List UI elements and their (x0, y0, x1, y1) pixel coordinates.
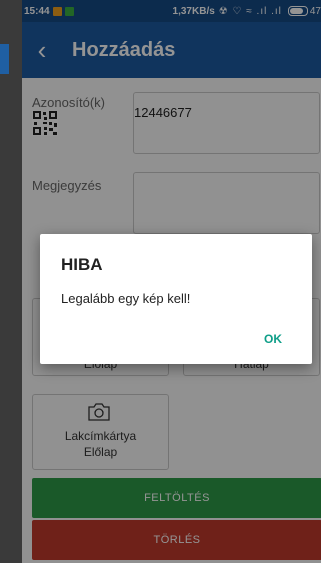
dialog-title: HIBA (61, 255, 103, 274)
dialog-ok-button[interactable]: OK (264, 332, 282, 346)
background-app-header-strip (0, 44, 9, 74)
dialog-message: Legalább egy kép kell! (61, 291, 191, 306)
error-dialog: HIBA Legalább egy kép kell! OK (40, 234, 312, 364)
background-app-edge (0, 0, 9, 563)
